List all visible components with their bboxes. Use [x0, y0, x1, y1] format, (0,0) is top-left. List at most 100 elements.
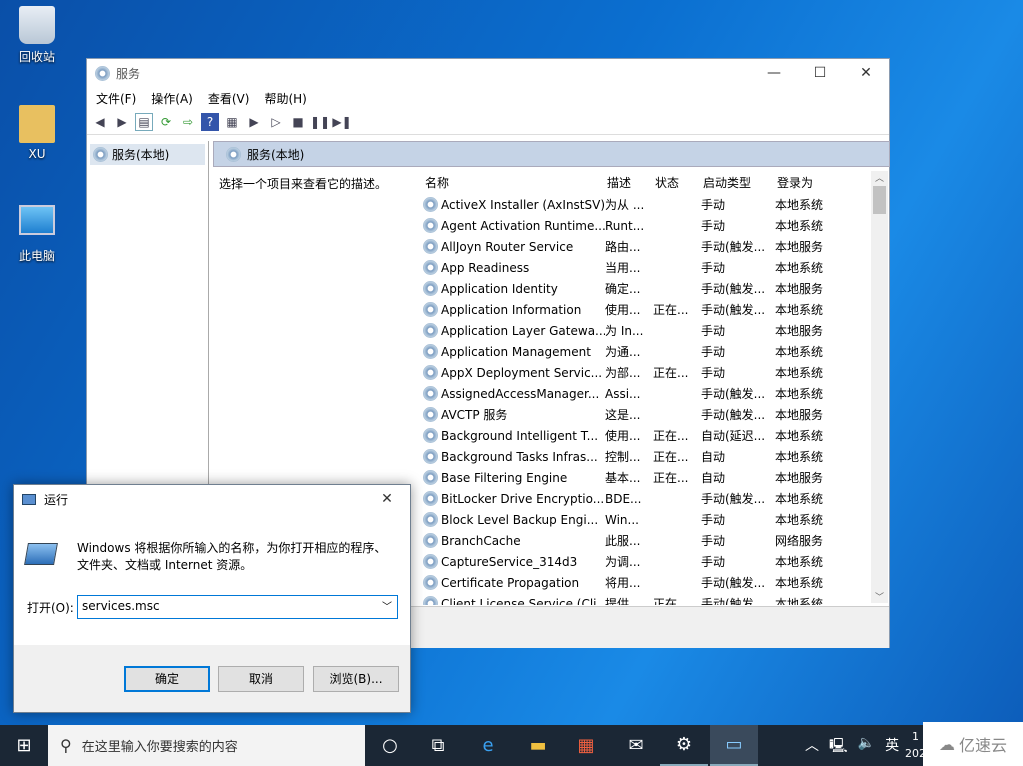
cell: 为 In...: [605, 324, 644, 338]
show-tree-icon[interactable]: ▤: [135, 112, 153, 131]
start-button[interactable]: ⊞: [0, 725, 48, 766]
scrollbar-thumb[interactable]: [873, 186, 886, 214]
cell: 确定...: [605, 282, 641, 296]
column-description[interactable]: 描述: [607, 174, 655, 191]
gear-icon: [423, 302, 438, 317]
table-row[interactable]: Block Level Backup Engi... Win... 手动 本地系统: [423, 509, 881, 530]
service-name: AllJoyn Router Service: [423, 239, 605, 254]
watermark: ☁ 亿速云: [923, 722, 1023, 766]
desktop-icon-user[interactable]: XU: [7, 105, 67, 161]
service-name: AVCTP 服务: [423, 406, 605, 423]
table-row[interactable]: Agent Activation Runtime... Runt... 手动 本地系统: [423, 215, 881, 236]
menu-view[interactable]: 查看(V): [208, 90, 250, 107]
table-row[interactable]: App Readiness 当用... 手动 本地系统: [423, 257, 881, 278]
edge-icon[interactable]: e: [464, 725, 512, 766]
desktop-icon-computer[interactable]: 此电脑: [7, 205, 67, 264]
open-input[interactable]: services.msc ﹀: [77, 595, 398, 619]
volume-icon[interactable]: 🔈: [858, 735, 875, 759]
help-icon[interactable]: ?: [201, 112, 219, 131]
run-dialog: 运行 ✕ Windows 将根据你所输入的名称，为你打开相应的程序、文件夹、文档…: [13, 484, 411, 713]
cell: 当用...: [605, 261, 641, 275]
properties-icon[interactable]: ▦: [223, 113, 241, 131]
mail-icon[interactable]: ✉: [612, 725, 660, 766]
stop-icon[interactable]: ■: [289, 113, 307, 131]
minimize-button[interactable]: —: [751, 59, 797, 87]
restart-icon[interactable]: ▶❚: [332, 113, 351, 131]
menu-file[interactable]: 文件(F): [96, 90, 136, 107]
table-row[interactable]: Application Identity 确定... 手动(触发... 本地服务: [423, 278, 881, 299]
column-logon-as[interactable]: 登录为: [777, 174, 837, 191]
recycle-bin-icon: [19, 6, 55, 44]
ok-button[interactable]: 确定: [124, 666, 210, 692]
export-icon[interactable]: ⇨: [179, 113, 197, 131]
store-icon[interactable]: ▦: [562, 725, 610, 766]
back-icon[interactable]: ◀: [91, 113, 109, 131]
table-row[interactable]: Application Management 为通... 手动 本地系统: [423, 341, 881, 362]
table-row[interactable]: AllJoyn Router Service 路由... 手动(触发... 本地服务: [423, 236, 881, 257]
run-taskbar-icon[interactable]: ▭: [710, 725, 758, 766]
service-name: Certificate Propagation: [423, 575, 605, 590]
tree-item-services-local[interactable]: 服务(本地): [90, 144, 205, 165]
dropdown-chevron-icon[interactable]: ﹀: [382, 598, 392, 613]
start-paused-icon[interactable]: ▷: [267, 113, 285, 131]
cell: 正在...: [653, 303, 689, 317]
menu-help[interactable]: 帮助(H): [264, 90, 306, 107]
maximize-button[interactable]: ☐: [797, 59, 843, 87]
table-row[interactable]: CaptureService_314d3 为调... 手动 本地系统: [423, 551, 881, 572]
browse-button[interactable]: 浏览(B)...: [313, 666, 399, 692]
toolbar: ◀ ▶ ▤ ⟳ ⇨ ? ▦ ▶ ▷ ■ ❚❚ ▶❚: [87, 109, 889, 135]
cortana-icon[interactable]: ○: [366, 725, 414, 766]
file-explorer-icon[interactable]: ▬: [514, 725, 562, 766]
vertical-scrollbar[interactable]: ︿ ﹀: [871, 171, 888, 603]
start-icon[interactable]: ▶: [245, 113, 263, 131]
table-row[interactable]: Base Filtering Engine 基本... 正在... 自动 本地服务: [423, 467, 881, 488]
column-status[interactable]: 状态: [655, 174, 703, 191]
table-row[interactable]: Certificate Propagation 将用... 手动(触发... 本地系统: [423, 572, 881, 593]
cell: 手动(触发...: [701, 282, 766, 296]
gear-icon: [423, 365, 438, 380]
forward-icon[interactable]: ▶: [113, 113, 131, 131]
ime-indicator[interactable]: 英: [885, 735, 899, 759]
services-icon: [95, 65, 110, 81]
service-name: ActiveX Installer (AxInstSV): [423, 197, 605, 212]
cell: 为通...: [605, 345, 641, 359]
table-row[interactable]: AppX Deployment Servic... 为部... 正在... 手动 本地系…: [423, 362, 881, 383]
services-taskbar-icon[interactable]: ⚙: [660, 725, 708, 766]
pause-icon[interactable]: ❚❚: [310, 113, 330, 131]
close-button[interactable]: ✕: [843, 59, 889, 87]
cell: 本地系统: [775, 450, 824, 464]
table-row[interactable]: Background Tasks Infras... 控制... 正在... 自动 本地…: [423, 446, 881, 467]
table-row[interactable]: BranchCache 此服... 手动 网络服务: [423, 530, 881, 551]
column-startup-type[interactable]: 启动类型: [703, 174, 777, 191]
cell: 本地系统: [775, 513, 824, 527]
cell: 手动(触发...: [701, 240, 766, 254]
cell: 手动: [701, 555, 726, 569]
cell: 本地系统: [775, 387, 824, 401]
table-row[interactable]: AssignedAccessManager... Assi... 手动(触发... 本…: [423, 383, 881, 404]
cell: BDE...: [605, 491, 642, 506]
user-folder-icon: [19, 105, 55, 143]
gear-icon: [423, 218, 438, 233]
cancel-button[interactable]: 取消: [218, 666, 304, 692]
cell: 正在...: [653, 597, 689, 605]
table-row[interactable]: Application Information 使用... 正在... 手动(触发..…: [423, 299, 881, 320]
desktop-icon-recycle-bin[interactable]: 回收站: [7, 6, 67, 65]
table-row[interactable]: Background Intelligent T... 使用... 正在... 自动(…: [423, 425, 881, 446]
run-close-button[interactable]: ✕: [364, 485, 410, 513]
show-hidden-icons-chevron-icon[interactable]: ︿: [805, 735, 819, 759]
cell: 本地系统: [775, 219, 824, 233]
table-row[interactable]: Client License Service (Cli... 提供... 正在...…: [423, 593, 881, 605]
cell: 本地系统: [775, 366, 824, 380]
refresh-icon[interactable]: ⟳: [157, 113, 175, 131]
gear-icon: [423, 407, 438, 422]
table-row[interactable]: Application Layer Gatewa... 为 In... 手动 本地服务: [423, 320, 881, 341]
menu-action[interactable]: 操作(A): [151, 90, 193, 107]
description-prompt: 选择一个项目来查看它的描述。: [219, 177, 388, 191]
table-row[interactable]: ActiveX Installer (AxInstSV) 为从 ... 手动 本地系统: [423, 194, 881, 215]
table-row[interactable]: AVCTP 服务 这是... 手动(触发... 本地服务: [423, 404, 881, 425]
column-name[interactable]: 名称: [425, 174, 607, 191]
search-box[interactable]: ⚲ 在这里输入你要搜索的内容: [48, 725, 365, 766]
network-icon[interactable]: 🖳: [829, 735, 848, 759]
task-view-icon[interactable]: ⧉: [414, 725, 462, 766]
table-row[interactable]: BitLocker Drive Encryptio... BDE... 手动(触发.…: [423, 488, 881, 509]
